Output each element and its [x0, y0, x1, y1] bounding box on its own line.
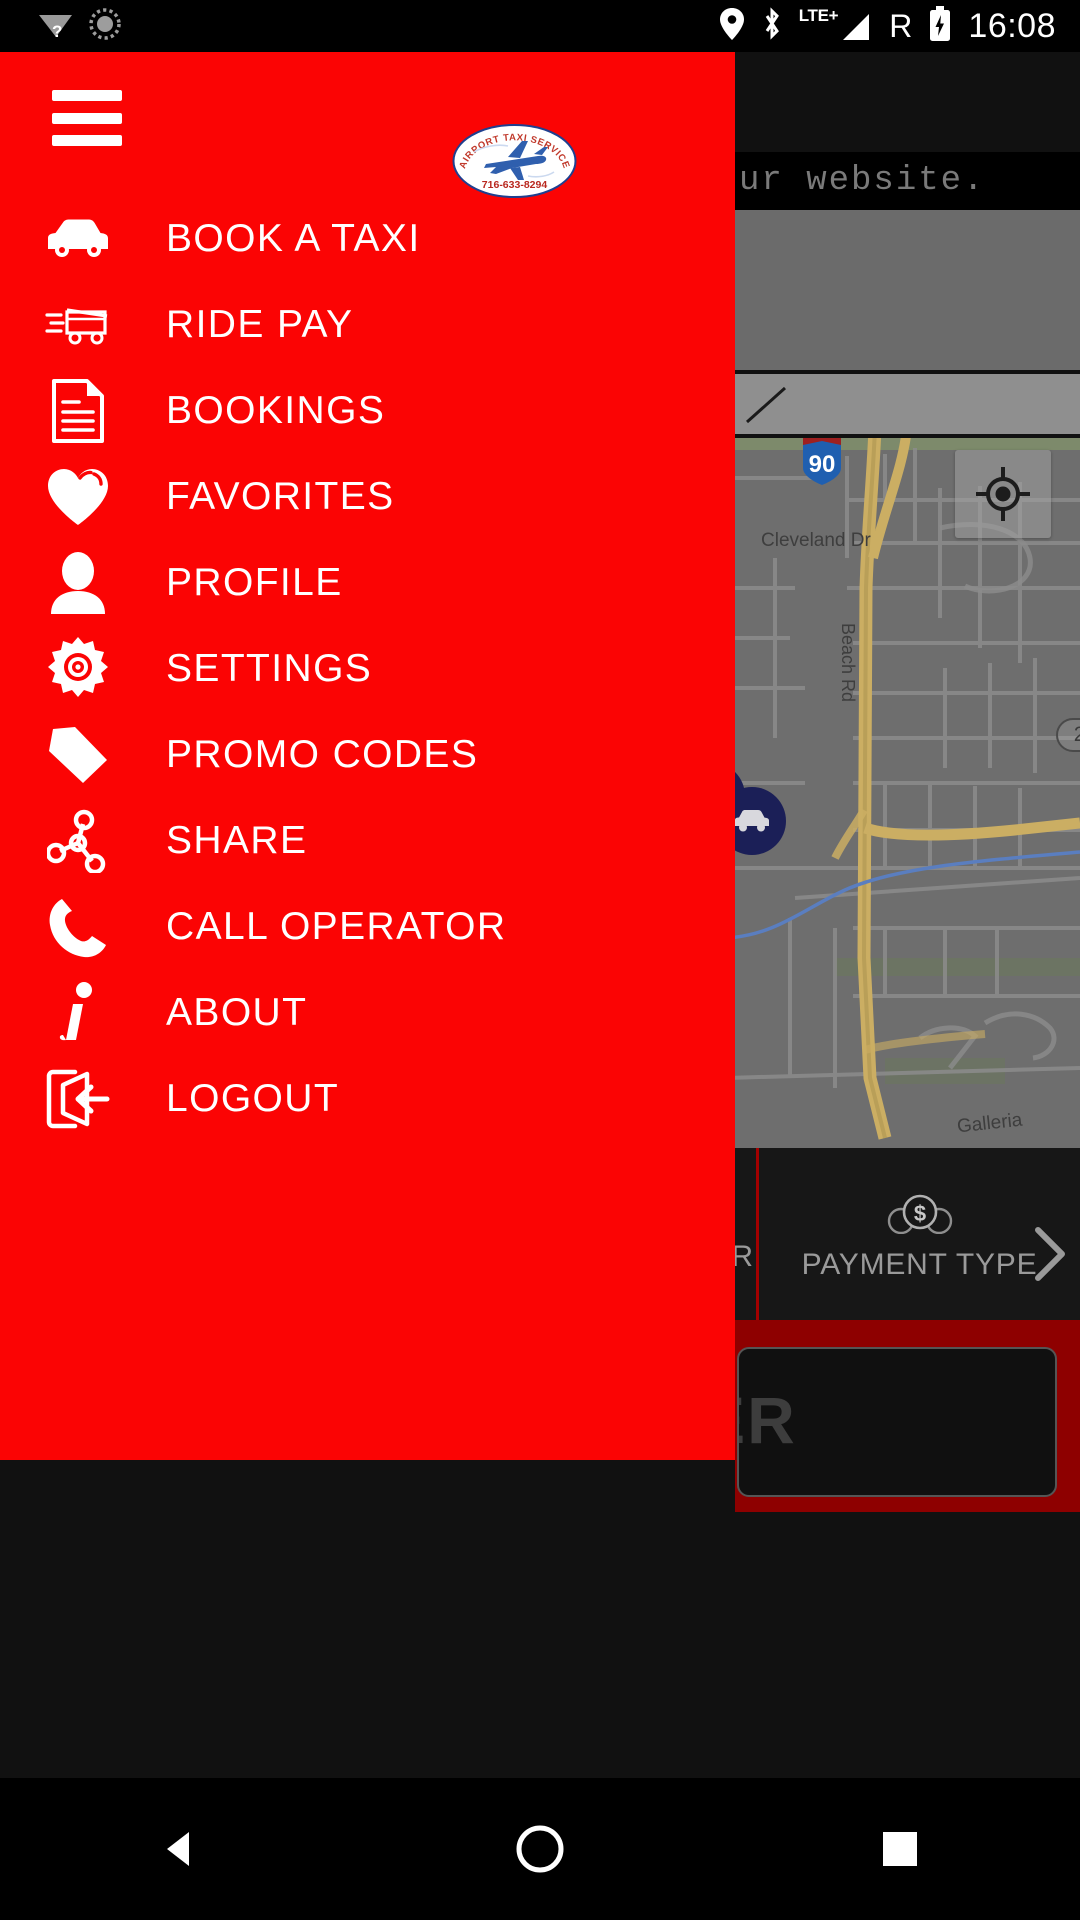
- home-button[interactable]: [470, 1799, 610, 1899]
- svg-text:90: 90: [809, 451, 836, 478]
- menu-item-label: SETTINGS: [166, 647, 373, 690]
- my-location-icon: [976, 467, 1030, 521]
- svg-text:$: $: [913, 1201, 925, 1226]
- menu-item-label: SHARE: [166, 819, 308, 862]
- menu-item-settings[interactable]: SETTINGS: [0, 626, 735, 712]
- phone-screen: ? LTE+ R 16:08 ur website. Cleveland Dr …: [0, 0, 1080, 1920]
- system-navigation-bar: [0, 1778, 1080, 1920]
- drawer-header: AIRPORT TAXI SERVICE 716-633-8294: [0, 52, 735, 198]
- navigation-drawer: AIRPORT TAXI SERVICE 716-633-8294 BOOK A…: [0, 52, 735, 1460]
- gear-icon: [42, 633, 114, 705]
- book-later-button[interactable]: ATER: [737, 1347, 1057, 1497]
- menu-item-label: ABOUT: [166, 991, 308, 1034]
- tag-icon: [42, 719, 114, 791]
- home-circle-icon: [516, 1825, 564, 1873]
- location-icon: [719, 7, 745, 46]
- chevron-right-icon[interactable]: [1028, 1224, 1072, 1284]
- map-label-beach-rd: Beach Rd: [838, 623, 858, 703]
- menu-item-about[interactable]: ABOUT: [0, 970, 735, 1056]
- menu-item-logout[interactable]: LOGOUT: [0, 1056, 735, 1142]
- heart-icon: [42, 461, 114, 533]
- menu-icon-bar: [52, 90, 122, 101]
- person-icon: [42, 547, 114, 619]
- content-placeholder-block: [735, 210, 1080, 370]
- document-icon: [42, 375, 114, 447]
- battery-charging-icon: [928, 5, 952, 47]
- menu-item-label: PROMO CODES: [166, 733, 479, 776]
- route-shield-277-icon: 277: [1056, 718, 1080, 752]
- route-shield-90-icon: 90: [798, 438, 846, 486]
- payment-type-label: PAYMENT TYPE: [801, 1248, 1038, 1282]
- brand-logo: AIRPORT TAXI SERVICE 716-633-8294: [452, 124, 577, 198]
- menu-item-label: BOOKINGS: [166, 389, 386, 432]
- route-shield-277-label: 277: [1056, 718, 1080, 752]
- menu-item-share[interactable]: SHARE: [0, 798, 735, 884]
- menu-item-ride-pay[interactable]: RIDE PAY: [0, 282, 735, 368]
- map-view[interactable]: Cleveland Dr Beach Rd Galleria 90 277: [735, 438, 1080, 1148]
- menu-item-label: RIDE PAY: [166, 303, 354, 346]
- clock: 16:08: [968, 6, 1056, 45]
- logout-icon: [42, 1063, 114, 1135]
- option-left-partial-label: R: [735, 1240, 754, 1273]
- map-label-cleveland-dr: Cleveland Dr: [761, 530, 871, 551]
- book-later-label: ATER: [739, 1383, 797, 1457]
- recents-square-icon: [883, 1832, 917, 1866]
- sync-icon: [88, 7, 122, 46]
- menu-item-profile[interactable]: PROFILE: [0, 540, 735, 626]
- option-left-partial[interactable]: R: [735, 1148, 756, 1320]
- status-bar: ? LTE+ R 16:08: [0, 0, 1080, 52]
- ride-pay-icon: [42, 289, 114, 361]
- phone-icon: [42, 891, 114, 963]
- menu-icon-bar: [52, 135, 122, 146]
- status-bar-left-icons: ?: [38, 7, 122, 46]
- menu-icon-bar: [52, 112, 122, 124]
- menu-item-label: PROFILE: [166, 561, 343, 604]
- menu-item-bookings[interactable]: BOOKINGS: [0, 368, 735, 454]
- route-field-block: [735, 374, 1080, 434]
- menu-item-call-operator[interactable]: CALL OPERATOR: [0, 884, 735, 970]
- website-banner: ur website.: [735, 152, 1080, 210]
- payment-type-option[interactable]: $ PAYMENT TYPE: [759, 1148, 1080, 1320]
- booking-options-bar: R $ PAYMENT TYPE: [735, 1148, 1080, 1320]
- route-line-icon: [745, 386, 787, 424]
- website-banner-text: ur website.: [739, 162, 986, 200]
- svg-text:716-633-8294: 716-633-8294: [482, 179, 548, 191]
- recents-button[interactable]: [830, 1799, 970, 1899]
- menu-item-book-a-taxi[interactable]: BOOK A TAXI: [0, 196, 735, 282]
- back-button[interactable]: [110, 1799, 250, 1899]
- wifi-unknown-icon: ?: [38, 7, 74, 46]
- car-icon: [735, 810, 769, 832]
- network-type-label: LTE+: [798, 6, 839, 25]
- menu-item-label: CALL OPERATOR: [166, 905, 507, 948]
- status-bar-right-icons: LTE+ R 16:08: [719, 5, 1056, 47]
- car-icon: [42, 203, 114, 275]
- menu-item-promo-codes[interactable]: PROMO CODES: [0, 712, 735, 798]
- my-location-button[interactable]: [955, 450, 1051, 538]
- drawer-menu-list: BOOK A TAXI RIDE PAY BOOKINGS FAVORITES …: [0, 196, 735, 1142]
- share-icon: [42, 805, 114, 877]
- menu-item-label: LOGOUT: [166, 1077, 340, 1120]
- coins-dollar-icon: $: [887, 1192, 953, 1239]
- roaming-indicator: R: [889, 7, 913, 44]
- signal-icon: LTE+: [798, 6, 874, 44]
- menu-item-favorites[interactable]: FAVORITES: [0, 454, 735, 540]
- menu-item-label: BOOK A TAXI: [166, 217, 421, 260]
- info-icon: [42, 977, 114, 1049]
- menu-icon[interactable]: [52, 90, 122, 146]
- svg-text:?: ?: [52, 22, 62, 41]
- back-triangle-icon: [167, 1832, 189, 1866]
- menu-item-label: FAVORITES: [166, 475, 395, 518]
- bluetooth-icon: [761, 6, 783, 46]
